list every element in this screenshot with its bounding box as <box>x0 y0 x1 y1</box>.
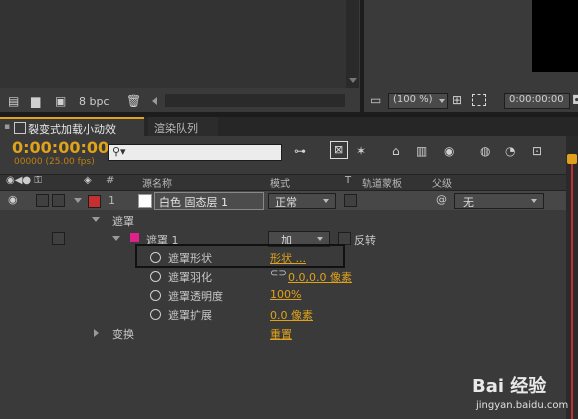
parent-dropdown[interactable]: 无 <box>454 193 544 209</box>
tab-menu-icon[interactable]: ▪ <box>4 122 10 132</box>
watermark-url: jingyan.baidu.com <box>476 400 569 411</box>
layer-row[interactable]: ◉ 1 白色 固态层 1 正常 @ 无 <box>0 191 566 210</box>
region-of-interest-icon[interactable] <box>472 94 486 106</box>
zoom-value: (100 %) <box>393 94 433 105</box>
mask-feather-value[interactable]: 0.0,0.0 像素 <box>288 269 352 285</box>
mask-lock-toggle[interactable] <box>52 232 65 245</box>
mask1-color-swatch[interactable] <box>130 233 139 242</box>
time-indicator-head[interactable] <box>567 154 577 164</box>
viewer-canvas <box>364 0 578 88</box>
transform-reset-link[interactable]: 重置 <box>270 326 292 342</box>
layer-search-input[interactable]: ⚲▾ <box>108 144 282 161</box>
watermark-brand: Bai 经验 <box>472 376 547 397</box>
av-features-icons: ◉◀● ⚿ <box>6 175 42 186</box>
highlight-box <box>135 244 345 268</box>
frame-info: 00000 (25.00 fps) <box>14 157 95 167</box>
constrain-proportions-icon[interactable]: ⊂⊃ <box>270 268 287 279</box>
mask-expansion-value[interactable]: 0.0 像素 <box>270 307 313 323</box>
auto-keyframe-icon[interactable]: ◔ <box>505 144 515 158</box>
camera-icon[interactable]: ◘ <box>572 93 578 107</box>
solid-layer-icon <box>138 194 152 208</box>
graph-editor-icon[interactable]: ⊡ <box>532 144 542 158</box>
project-hscrollbar[interactable] <box>165 94 345 107</box>
draft-3d-icon[interactable]: ✶ <box>356 144 366 158</box>
mask-expansion-row[interactable]: 遮罩扩展 0.0 像素 <box>0 305 566 324</box>
mask-prop-label: 遮罩扩展 <box>168 309 212 322</box>
motion-blur-icon[interactable]: ◉ <box>444 144 454 158</box>
bpc-label[interactable]: 8 bpc <box>79 95 110 108</box>
parent-pickwhip-icon[interactable]: @ <box>436 193 447 206</box>
label-tag-icon: ◈ <box>84 175 92 186</box>
search-icon: ⚲▾ <box>112 145 126 158</box>
snapshot-icon[interactable]: ▭ <box>370 93 381 107</box>
timeline-tab-bar: ▪ 裂变式加载小动效 渲染队列 <box>0 117 578 136</box>
layer-index: 1 <box>108 194 115 207</box>
watermark: Bai 经验 jingyan.baidu.com <box>470 372 575 417</box>
project-vscrollbar[interactable] <box>346 0 359 88</box>
project-hscroll-left-icon[interactable] <box>152 97 157 105</box>
masks-expand-icon[interactable] <box>92 217 100 222</box>
grid-icon[interactable]: ⊞ <box>452 93 462 107</box>
stopwatch-icon[interactable] <box>150 290 161 301</box>
frame-blending-icon[interactable]: ▥ <box>416 144 427 158</box>
live-update-icon[interactable]: ⊠ <box>330 141 348 159</box>
project-footer: ▤ ▆ ▣ 8 bpc 🗑 <box>0 90 360 112</box>
new-folder-icon[interactable]: ▆ <box>31 94 40 108</box>
project-panel: ▤ ▆ ▣ 8 bpc 🗑 <box>0 0 360 112</box>
col-t: T <box>345 175 352 186</box>
stopwatch-icon[interactable] <box>150 309 161 320</box>
masks-group-label: 遮罩 <box>112 215 134 228</box>
project-list-area <box>0 0 346 88</box>
comp-mini-flowchart-icon[interactable]: ⊶ <box>294 144 306 158</box>
visibility-eye-icon[interactable]: ◉ <box>8 193 18 206</box>
current-time-display[interactable]: 0:00:00:00 <box>12 138 109 157</box>
transform-expand-icon[interactable] <box>94 329 99 337</box>
new-composition-icon[interactable]: ▣ <box>55 94 66 108</box>
viewer-footer: ▭ (100 %) ⊞ 0:00:00:00 ◘ <box>364 90 578 112</box>
mask-prop-label: 遮罩羽化 <box>168 271 212 284</box>
tab-render-queue[interactable]: 渲染队列 <box>148 117 218 136</box>
tab-composition[interactable]: ▪ 裂变式加载小动效 <box>0 117 144 136</box>
hide-shy-layers-icon[interactable]: ⌂ <box>392 144 400 158</box>
masks-group-row[interactable]: 遮罩 <box>0 210 566 229</box>
comp-tab-icon <box>14 122 26 134</box>
col-mode: 模式 <box>270 179 290 190</box>
zoom-dropdown[interactable]: (100 %) <box>388 93 448 109</box>
stopwatch-icon[interactable] <box>150 271 161 282</box>
interpret-footage-icon[interactable]: ▤ <box>8 94 19 108</box>
tab-composition-label: 裂变式加载小动效 <box>28 123 116 136</box>
layer-expand-icon[interactable] <box>74 198 82 203</box>
layer-name-box[interactable]: 白色 固态层 1 <box>154 192 264 210</box>
trash-icon[interactable]: 🗑 <box>126 94 141 108</box>
col-parent: 父级 <box>432 179 452 190</box>
col-track-matte: 轨道蒙板 <box>362 179 402 190</box>
layer-label-color[interactable] <box>88 195 101 208</box>
audio-toggle[interactable] <box>36 194 49 207</box>
mask-invert-label: 反转 <box>354 234 376 247</box>
viewer-timecode[interactable]: 0:00:00:00 <box>504 93 570 109</box>
col-source-name[interactable]: 源名称 <box>142 175 172 190</box>
comp-frame[interactable] <box>532 0 578 72</box>
solo-toggle[interactable] <box>52 194 65 207</box>
mask1-expand-icon[interactable] <box>112 236 120 241</box>
mask-opacity-value[interactable]: 100% <box>270 288 301 301</box>
preserve-transparency-checkbox[interactable] <box>344 194 357 207</box>
transform-label: 变换 <box>112 328 134 341</box>
column-header: ◉◀● ⚿ ◈ # 源名称 模式 T 轨道蒙板 父级 <box>0 174 566 191</box>
col-num: # <box>106 175 115 186</box>
viewer-panel: ▭ (100 %) ⊞ 0:00:00:00 ◘ <box>364 0 578 112</box>
transform-row[interactable]: 变换 重置 <box>0 324 566 343</box>
mask-opacity-row[interactable]: 遮罩透明度 100% <box>0 286 566 305</box>
layer-name: 白色 固态层 1 <box>159 196 228 209</box>
layer-mode-dropdown[interactable]: 正常 <box>268 193 336 209</box>
mask-feather-row[interactable]: 遮罩羽化 ⊂⊃ 0.0,0.0 像素 <box>0 267 566 286</box>
mask-prop-label: 遮罩透明度 <box>168 290 223 303</box>
brainstorm-icon[interactable]: ◍ <box>480 144 490 158</box>
